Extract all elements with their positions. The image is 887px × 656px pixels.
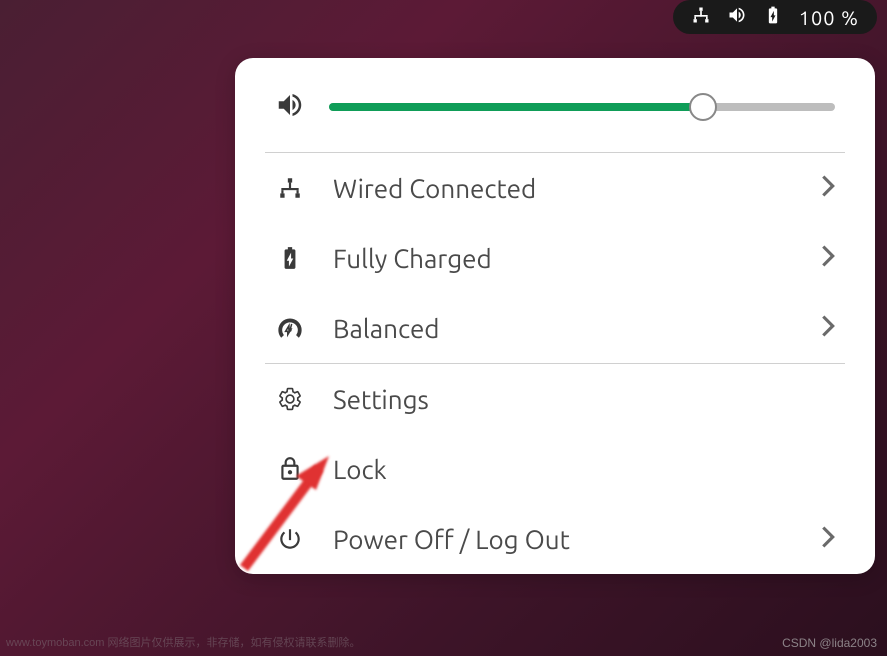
chevron-right-icon xyxy=(821,245,835,271)
menu-item-power-mode[interactable]: Balanced xyxy=(235,293,875,363)
volume-slider-row xyxy=(235,58,875,152)
menu-item-label: Lock xyxy=(333,455,835,484)
menu-item-battery[interactable]: Fully Charged xyxy=(235,223,875,293)
volume-slider[interactable] xyxy=(329,103,835,111)
battery-charging-icon xyxy=(763,5,783,29)
watermark-left: www.toymoban.com 网络图片仅供展示，非存储，如有侵权请联系删除。 xyxy=(6,634,360,650)
gauge-icon xyxy=(275,313,305,343)
system-tray[interactable]: 100 % xyxy=(673,0,877,34)
power-icon xyxy=(275,524,305,554)
menu-item-lock[interactable]: Lock xyxy=(235,434,875,504)
menu-item-label: Fully Charged xyxy=(333,244,793,273)
menu-item-label: Power Off / Log Out xyxy=(333,525,793,554)
chevron-right-icon xyxy=(821,175,835,201)
volume-icon xyxy=(727,5,747,29)
menu-item-settings[interactable]: Settings xyxy=(235,364,875,434)
slider-fill xyxy=(329,103,703,111)
menu-item-label: Settings xyxy=(333,385,835,414)
chevron-right-icon xyxy=(821,526,835,552)
menu-item-label: Balanced xyxy=(333,314,793,343)
network-icon xyxy=(691,5,711,29)
menu-item-power-off[interactable]: Power Off / Log Out xyxy=(235,504,875,574)
menu-item-network[interactable]: Wired Connected xyxy=(235,153,875,223)
gear-icon xyxy=(275,384,305,414)
lock-icon xyxy=(275,454,305,484)
menu-item-label: Wired Connected xyxy=(333,174,793,203)
network-wired-icon xyxy=(275,173,305,203)
chevron-right-icon xyxy=(821,315,835,341)
battery-percentage: 100 % xyxy=(799,6,859,29)
watermark-right: CSDN @lida2003 xyxy=(782,636,877,650)
battery-charging-icon xyxy=(275,243,305,273)
system-menu-popup: Wired Connected Fully Charged Balanced S… xyxy=(235,58,875,574)
slider-thumb[interactable] xyxy=(689,93,717,121)
volume-icon xyxy=(275,90,305,124)
